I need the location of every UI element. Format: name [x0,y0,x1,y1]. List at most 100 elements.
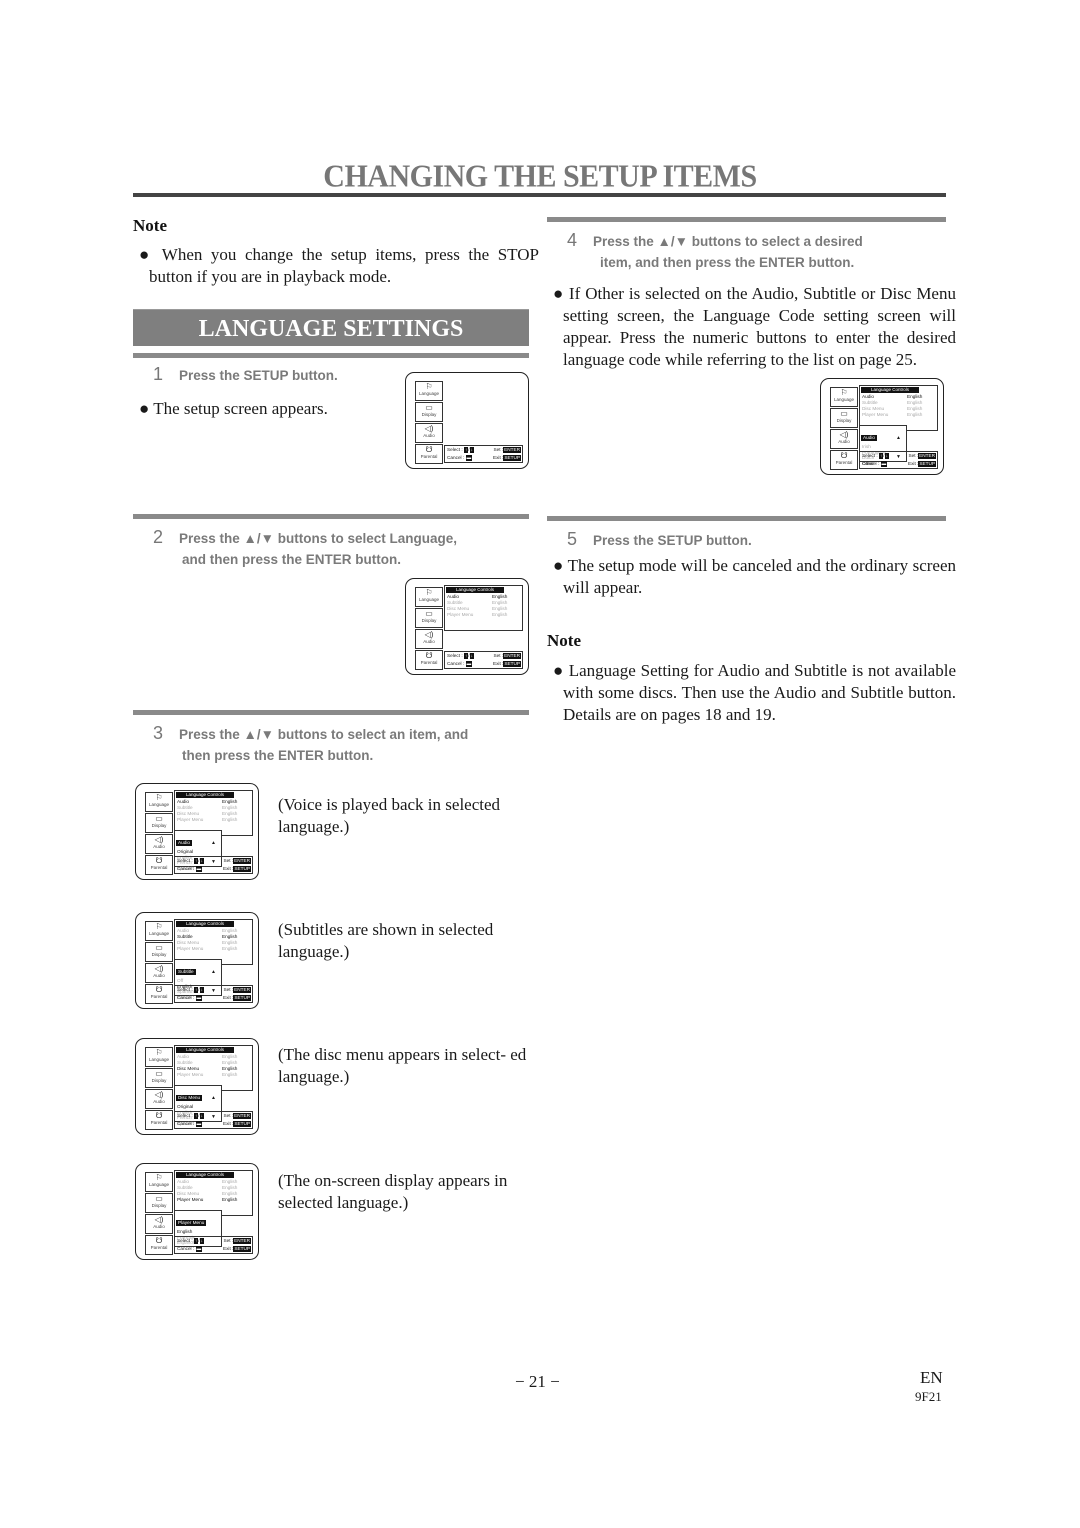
sidebar-item: ⚐ Language [145,1047,173,1067]
setup-screen-1: ⚐ Language ▭ Display ◁) Audio ☋ Parental Sel… [405,372,529,469]
submenu-title: Disc Menu [176,1095,203,1101]
submenu-title: Player Menu [176,1220,207,1226]
speaker-icon: ◁) [154,1215,164,1224]
sidebar-item: ☋ Parental [145,984,173,1004]
lock-icon: ☋ [155,856,163,865]
sidebar-label: Language [148,802,170,807]
sidebar-label: Parental [835,460,853,465]
setup-footer: Select : ↑/↓Set :ENTERCancel : ▬Exit :SE… [174,1111,253,1129]
page-number: − 21 − [515,1372,560,1391]
lock-icon: ☋ [425,445,433,454]
scroll-up-icon: ▲ [211,1095,216,1101]
setup-footer: Select : ↑/↓Set :ENTERCancel : ▬Exit :SE… [174,985,253,1003]
setup-sidebar: ⚐ Language ▭ Display ◁) Audio ☋ Parental [145,1047,173,1131]
submenu-title: Audio [861,435,877,441]
step-3: 3 Press the ▲/▼ buttons to select an item… [153,723,533,766]
bullet-text: If Other is selected on the Audio, Subti… [563,284,956,369]
setup-screen-disc-menu: ⚐ Language ▭ Display ◁) Audio ☋ Parental Languag… [135,1038,259,1135]
setup-screen-2: ⚐ Language ▭ Display ◁) Audio ☋ Parental Lan… [405,578,529,675]
step-number: 5 [567,529,578,549]
sidebar-display: ▭ Display [415,402,443,422]
setup-sidebar: ⚐ Language ▭ Display ◁) Audio ☋ Parental [145,792,173,876]
caption-player-menu: (The on-screen display appears in select… [278,1171,508,1212]
step-number: 3 [153,723,164,743]
panel-title: Language Controls [176,921,234,927]
note-text-content: Language Setting for Audio and Subtitle … [563,661,956,724]
sidebar-item: ⚐ Language [145,1172,173,1192]
sidebar-label: Parental [150,1120,168,1125]
lock-icon: ☋ [425,651,433,660]
sidebar-label: Audio [153,973,165,978]
bullet-text: The setup mode will be canceled and the … [563,556,956,597]
panel-title: Language Controls [176,792,234,798]
monitor-icon: ▭ [840,409,848,418]
sidebar-label: Language [148,1182,170,1187]
sidebar-label: Parental [150,1245,168,1250]
sidebar-parental: ☋ Parental [415,444,443,464]
step-text: Press the ▲/▼ buttons to select an item,… [179,727,469,742]
setup-screen-audio: ⚐ Language ▭ Display ◁) Audio ☋ Parental Languag… [135,783,259,880]
sidebar-item: ⚐ Language [145,921,173,941]
panel-title: Language Controls [176,1172,234,1178]
note-heading: Note [133,216,167,235]
sidebar-item: ⚐ Language [145,792,173,812]
setup-footer: Select : ↑/↓Set :ENTERCancel : ▬Exit :SE… [174,1236,253,1254]
monitor-icon: ▭ [155,814,163,823]
monitor-icon: ▭ [155,1069,163,1078]
panel-row: Player Menu English [862,412,923,417]
language-code: EN [920,1368,943,1387]
sidebar-item: ☋ Parental [145,1110,173,1130]
step-5-bullet: ● The setup mode will be canceled and th… [553,556,956,597]
sidebar-label: Parental [150,865,168,870]
speaker-icon: ◁) [424,630,434,639]
setup-footer: Select : ↑/↓Set :ENTERCancel : ▬Exit :SE… [174,856,253,874]
caption-subtitle: (Subtitles are shown in selected languag… [278,920,494,961]
sidebar-item: ☋ Parental [145,855,173,875]
sidebar-item: ◁) Audio [145,963,173,983]
flag-icon: ⚐ [155,793,163,802]
note-text: ● Language Setting for Audio and Subtitl… [553,661,956,724]
panel-row: Player Menu English [177,1197,238,1202]
monitor-icon: ▭ [425,609,433,618]
sidebar-item: ⚐ Language [830,387,858,407]
flag-icon: ⚐ [155,1048,163,1057]
language-controls-panel: Language Controls Audio English Subtitle E… [444,585,523,631]
sidebar-label: Language [833,397,855,402]
step-1: 1 Press the SETUP button. [153,364,338,386]
step-text: then press the ENTER button. [182,748,374,763]
caption-disc-menu: (The disc menu appears in select- ed lan… [278,1045,527,1086]
step-number: 4 [567,230,578,250]
setup-sidebar: ⚐ Language ▭ Display ◁) Audio ☋ Parental [145,921,173,1005]
note-text-content: When you change the setup items, press t… [149,245,539,286]
sidebar-label: Display [151,1078,167,1083]
lock-icon: ☋ [840,451,848,460]
panel-title: Language Controls [176,1047,234,1053]
sidebar-item: ▭ Display [145,1068,173,1088]
sidebar-item: ☋ Parental [145,1235,173,1255]
step-text: Press the ▲/▼ buttons to select Language… [179,531,458,546]
setup-screen-subtitle: ⚐ Language ▭ Display ◁) Audio ☋ Parental Languag… [135,912,259,1009]
setup-sidebar: ⚐ Language ▭ Display ◁) Audio ☋ Parental [145,1172,173,1256]
step-text: Press the SETUP button. [593,533,752,548]
sidebar-label: Audio [153,844,165,849]
scroll-up-icon: ▲ [896,435,901,441]
section-rule [547,516,946,521]
monitor-icon: ▭ [155,943,163,952]
sidebar-item: ▭ Display [145,942,173,962]
sidebar-label: Display [151,952,167,957]
step-4-bullet: ● If Other is selected on the Audio, Sub… [553,284,956,369]
bullet-text: The setup screen appears. [153,399,328,418]
note-heading: Note [547,631,581,650]
sidebar-item: ☋ Parental [830,450,858,470]
flag-icon: ⚐ [155,1173,163,1182]
page-title: CHANGING THE SETUP ITEMS [323,159,757,194]
scroll-up-icon: ▲ [211,969,216,975]
sidebar-item: ▭ Display [145,813,173,833]
setup-screen-audio-other: ⚐ Language ▭ Display ◁) Audio ☋ Parental Languag… [820,378,944,475]
step-text: item, and then press the ENTER button. [600,255,855,270]
section-banner: LANGUAGE SETTINGS [133,309,529,346]
setup-sidebar: ⚐ Language ▭ Display ◁) Audio ☋ Parental [415,381,443,465]
panel-row: Player Menu English [177,1072,238,1077]
caption-audio: (Voice is played back in selected langua… [278,795,501,836]
step-2: 2 Press the ▲/▼ buttons to select Languag… [153,527,533,570]
